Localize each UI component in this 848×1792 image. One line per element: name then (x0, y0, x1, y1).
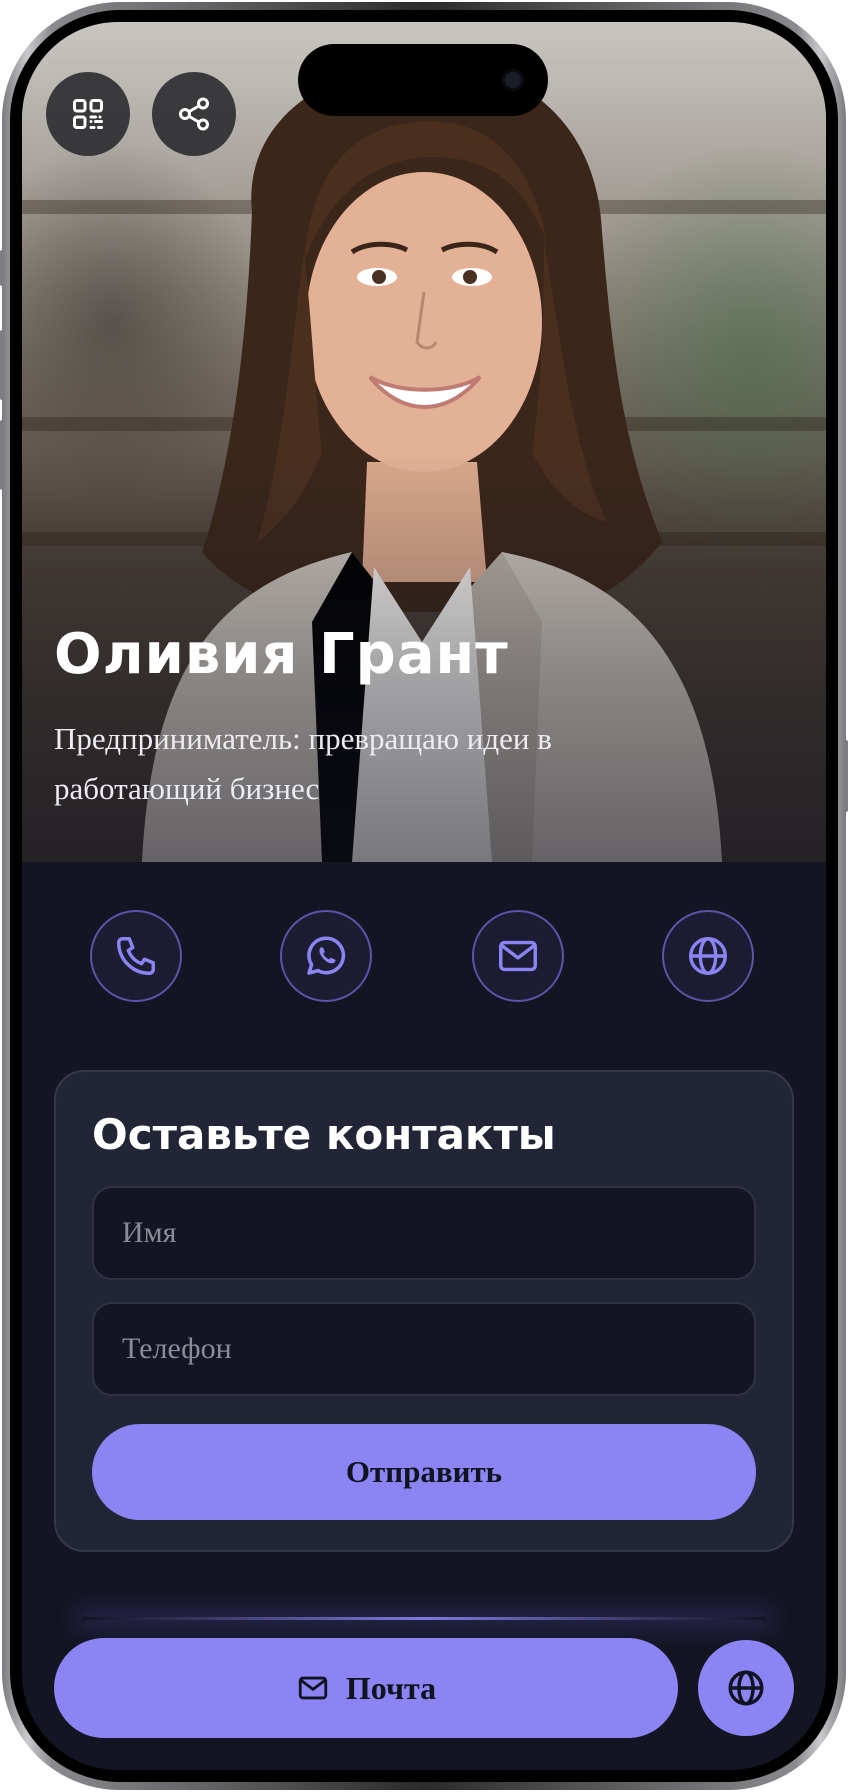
profile-name: Оливия Грант (54, 622, 509, 687)
share-icon (179, 97, 209, 131)
form-title: Оставьте контакты (92, 1110, 556, 1159)
submit-button[interactable]: Отправить (92, 1424, 756, 1520)
name-input[interactable] (92, 1186, 756, 1280)
contact-form-card: Оставьте контакты Отправить (54, 1070, 794, 1552)
mail-icon (499, 940, 537, 972)
mail-button-label: Почта (345, 1669, 437, 1706)
globe-icon (728, 1670, 764, 1706)
bottom-bar-divider (82, 1617, 766, 1620)
phone-input[interactable] (92, 1302, 756, 1396)
phone-icon (117, 937, 155, 975)
qr-code-button[interactable] (46, 72, 130, 156)
screen: Оливия Грант Предприниматель: превращаю … (22, 22, 826, 1770)
front-camera (502, 69, 524, 91)
phone-button[interactable] (90, 910, 182, 1002)
hero-section: Оливия Грант Предприниматель: превращаю … (22, 22, 826, 862)
email-button[interactable] (472, 910, 564, 1002)
mail-button[interactable]: Почта (54, 1638, 678, 1738)
volume-down-button (0, 420, 4, 490)
website-button[interactable] (662, 910, 754, 1002)
whatsapp-icon (307, 936, 346, 975)
website-fab[interactable] (698, 1640, 794, 1736)
volume-up-button (0, 330, 4, 400)
power-button (844, 740, 848, 812)
globe-icon (689, 937, 727, 975)
dynamic-island (298, 44, 548, 116)
share-button[interactable] (152, 72, 236, 156)
qr-code-icon (73, 99, 103, 129)
mail-icon (298, 1676, 328, 1700)
profile-tagline: Предприниматель: превращаю идеи в работа… (54, 721, 552, 806)
whatsapp-button[interactable] (280, 910, 372, 1002)
action-button (0, 250, 4, 286)
